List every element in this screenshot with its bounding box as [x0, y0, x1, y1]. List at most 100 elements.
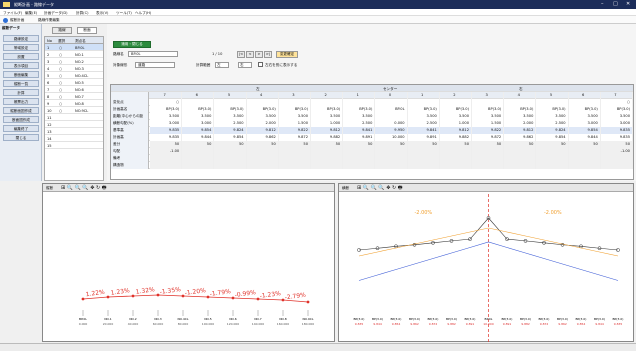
table-cell[interactable]: 50: [311, 141, 344, 148]
table-cell[interactable]: [568, 162, 601, 169]
table-cell[interactable]: [278, 155, 311, 162]
sidebar-item[interactable]: 表示項目: [3, 62, 39, 69]
table-cell[interactable]: BP(3.0): [504, 106, 537, 113]
list-item[interactable]: 14: [45, 135, 103, 142]
table-cell[interactable]: [150, 162, 183, 169]
table-cell[interactable]: [536, 162, 569, 169]
table-cell[interactable]: 3.000: [182, 120, 215, 127]
table-cell[interactable]: [375, 162, 408, 169]
table-cell[interactable]: 9.835: [600, 134, 633, 141]
menu-tools[interactable]: ツール(T): [116, 11, 132, 16]
table-cell[interactable]: 0.000: [375, 120, 408, 127]
table-cell[interactable]: [311, 155, 344, 162]
range-to[interactable]: 右: [238, 62, 252, 68]
table-cell[interactable]: [343, 162, 376, 169]
list-item[interactable]: 15: [45, 142, 103, 149]
table-cell[interactable]: 9.854: [214, 134, 247, 141]
table-cell[interactable]: [182, 148, 215, 155]
table-cell[interactable]: [407, 155, 440, 162]
table-cell[interactable]: [246, 148, 279, 155]
table-cell[interactable]: [504, 162, 537, 169]
mode-label[interactable]: 縦断計画: [10, 18, 24, 23]
last-button[interactable]: >|: [264, 51, 272, 58]
sidebar-item[interactable]: 設置: [3, 53, 39, 60]
table-cell[interactable]: [375, 99, 408, 106]
table-cell[interactable]: BP(3.0): [278, 106, 311, 113]
table-cell[interactable]: BP(3.0): [600, 106, 633, 113]
table-cell[interactable]: 9.891: [343, 134, 376, 141]
table-cell[interactable]: [568, 148, 601, 155]
table-cell[interactable]: BP(3.0): [150, 106, 183, 113]
table-cell[interactable]: [439, 162, 472, 169]
table-cell[interactable]: 2.000: [504, 120, 537, 127]
table-cell[interactable]: 1.500: [278, 120, 311, 127]
list-select[interactable]: ○: [59, 88, 62, 92]
sidebar-item[interactable]: 帯域設定: [3, 44, 39, 51]
apply-close-button[interactable]: 適用・閉じる: [113, 41, 151, 48]
menu-view[interactable]: 表示(V): [96, 11, 108, 16]
table-cell[interactable]: 9.854: [568, 127, 601, 134]
table-cell[interactable]: [568, 99, 601, 106]
table-cell[interactable]: 9.872: [278, 134, 311, 141]
table-cell[interactable]: BP(3.0): [568, 106, 601, 113]
table-cell[interactable]: 3.500: [343, 113, 376, 120]
table-cell[interactable]: 1.500: [472, 120, 505, 127]
table-cell[interactable]: 9.812: [504, 127, 537, 134]
list-item[interactable]: 6 ○ NO.5: [45, 79, 103, 86]
sidebar-item[interactable]: 計算: [3, 89, 39, 96]
table-cell[interactable]: 3.000: [600, 120, 633, 127]
list-select[interactable]: ○: [59, 95, 62, 99]
list-select[interactable]: ○: [59, 46, 62, 50]
list-item[interactable]: 5 ○ NO.4CL: [45, 72, 103, 79]
table-cell[interactable]: 9.882: [311, 134, 344, 141]
table-cell[interactable]: 3.500: [600, 113, 633, 120]
table-cell[interactable]: 3.500: [311, 113, 344, 120]
table-cell[interactable]: 3.500: [150, 113, 183, 120]
menu-calc[interactable]: 計算(C): [76, 11, 89, 16]
table-cell[interactable]: 10.000: [375, 134, 408, 141]
table-cell[interactable]: [472, 99, 505, 106]
list-item[interactable]: 4 ○ NO.3: [45, 65, 103, 72]
table-cell[interactable]: [278, 148, 311, 155]
table-cell[interactable]: 9.824: [536, 127, 569, 134]
first-button[interactable]: |<: [237, 51, 245, 58]
table-cell[interactable]: BP(3.0): [536, 106, 569, 113]
table-cell[interactable]: -1.00: [150, 148, 183, 155]
table-cell[interactable]: 50: [214, 141, 247, 148]
table-cell[interactable]: [246, 99, 279, 106]
sidebar-item[interactable]: 縦断面図作成: [3, 107, 39, 114]
table-cell[interactable]: 9.854: [182, 127, 215, 134]
table-cell[interactable]: 9.872: [472, 134, 505, 141]
table-cell[interactable]: [311, 148, 344, 155]
list-item[interactable]: 7 ○ NO.6: [45, 86, 103, 93]
table-cell[interactable]: ○: [150, 99, 183, 106]
table-cell[interactable]: ○: [600, 99, 633, 106]
menu-edit[interactable]: 編集(E): [25, 11, 37, 16]
confirm-button[interactable]: 変更確定: [276, 51, 298, 58]
list-item[interactable]: 2 ○ NO.1: [45, 51, 103, 58]
table-cell[interactable]: [150, 155, 183, 162]
table-cell[interactable]: 9.812: [311, 127, 344, 134]
list-item[interactable]: 13: [45, 128, 103, 135]
table-cell[interactable]: 9.844: [568, 134, 601, 141]
table-cell[interactable]: 3.500: [568, 113, 601, 120]
table-cell[interactable]: 1.000: [439, 120, 472, 127]
table-cell[interactable]: [439, 99, 472, 106]
close-button[interactable]: ✕: [626, 1, 630, 7]
table-cell[interactable]: 3.500: [472, 113, 505, 120]
table-cell[interactable]: 9.841: [407, 127, 440, 134]
table-cell[interactable]: 50: [278, 141, 311, 148]
table-cell[interactable]: 9.841: [343, 127, 376, 134]
table-cell[interactable]: [214, 155, 247, 162]
table-cell[interactable]: 50: [375, 141, 408, 148]
menu-data[interactable]: 計画データ(D): [44, 11, 68, 16]
table-cell[interactable]: 50: [246, 141, 279, 148]
table-cell[interactable]: [472, 162, 505, 169]
table-cell[interactable]: BP(3.0): [246, 106, 279, 113]
table-cell[interactable]: [504, 155, 537, 162]
sidebar-item[interactable]: 閉じる: [3, 134, 39, 141]
table-cell[interactable]: 2.500: [536, 120, 569, 127]
table-cell[interactable]: 3.500: [182, 113, 215, 120]
table-cell[interactable]: [182, 99, 215, 106]
table-cell[interactable]: [536, 155, 569, 162]
